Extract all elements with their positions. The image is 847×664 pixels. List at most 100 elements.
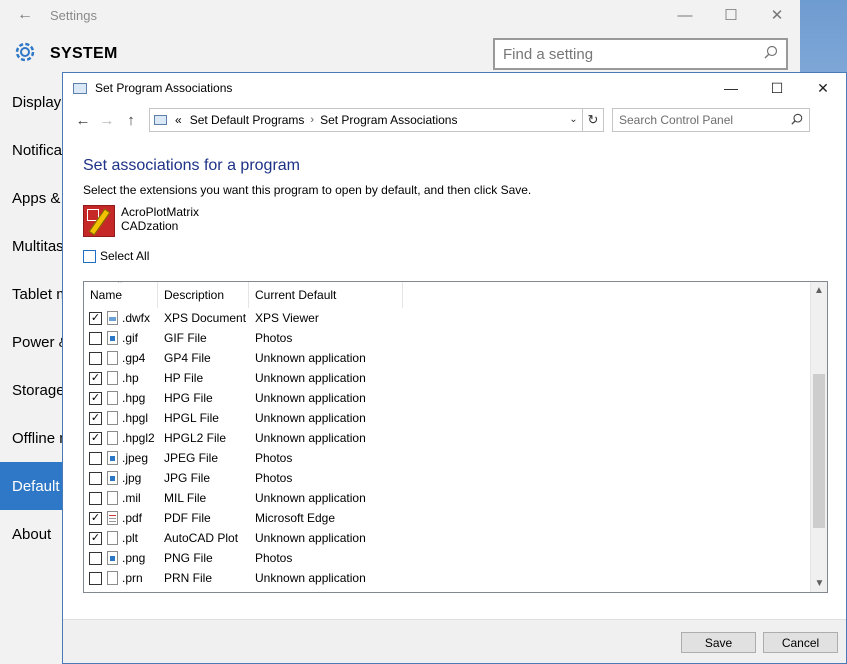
table-row[interactable]: ✓ .hpgl HPGL File Unknown application [84, 408, 811, 428]
cancel-button[interactable]: Cancel [763, 632, 838, 653]
extension-cell: ✓ .hpgl2 [84, 431, 158, 445]
table-row[interactable]: .jpeg JPEG File Photos [84, 448, 811, 468]
extension-checkbox[interactable]: ✓ [89, 311, 102, 325]
extension-checkbox[interactable] [89, 471, 102, 485]
column-header-current-default[interactable]: Current Default [249, 282, 403, 308]
settings-window-title: Settings [50, 7, 97, 23]
extension-checkbox[interactable] [89, 451, 102, 465]
breadcrumb-set-program-associations[interactable]: Set Program Associations [320, 113, 457, 127]
description-cell: JPG File [164, 471, 211, 485]
photo-file-icon [107, 451, 118, 465]
blank-file-icon [107, 531, 118, 545]
find-setting-input[interactable]: Find a setting [493, 38, 788, 70]
table-row[interactable]: ✓ .hp HP File Unknown application [84, 368, 811, 388]
current-default-cell: Unknown application [255, 571, 366, 585]
description-cell: HP File [164, 371, 204, 385]
close-icon[interactable]: ✕ [800, 80, 846, 97]
program-info: AcroPlotMatrix CADzation [83, 205, 826, 237]
table-row[interactable]: ✓ .pdf PDF File Microsoft Edge [84, 508, 811, 528]
refresh-icon[interactable]: ↻ [583, 112, 603, 128]
table-row[interactable]: ✓ .hpg HPG File Unknown application [84, 388, 811, 408]
current-default-cell: Photos [255, 331, 293, 345]
extension-cell: ✓ .hpgl [84, 411, 158, 425]
photo-file-icon [107, 471, 118, 485]
extension-label: .hpgl [122, 411, 149, 425]
back-arrow-icon[interactable]: ← [0, 6, 50, 24]
dialog-content: Set associations for a program Select th… [63, 157, 846, 263]
scroll-down-icon[interactable]: ▼ [811, 575, 827, 592]
table-row[interactable]: .mil MIL File Unknown application [84, 488, 811, 508]
sidebar-item-power[interactable]: Power & sleep [0, 318, 62, 366]
address-bar[interactable]: « Set Default Programs › Set Program Ass… [149, 108, 604, 132]
checkbox-icon[interactable] [83, 249, 96, 263]
extensions-list: ⌃ Name Description Current Default ✓ .dwf… [83, 281, 828, 593]
table-row[interactable]: .prn PRN File Unknown application [84, 568, 811, 588]
breadcrumb-overflow[interactable]: « [175, 113, 182, 127]
program-name: AcroPlotMatrix [121, 205, 200, 219]
search-control-panel-input[interactable]: Search Control Panel [612, 108, 810, 132]
sidebar-item-apps[interactable]: Apps & features [0, 174, 62, 222]
extension-label: .dwfx [122, 311, 151, 325]
current-default-cell: Microsoft Edge [255, 511, 336, 525]
minimize-icon[interactable]: — [662, 7, 708, 24]
up-arrow-icon[interactable]: ↑ [119, 112, 143, 129]
extension-checkbox[interactable]: ✓ [89, 431, 102, 445]
extension-cell: .gp4 [84, 351, 158, 365]
search-control-panel-placeholder: Search Control Panel [619, 113, 734, 127]
maximize-icon[interactable]: ☐ [754, 80, 800, 97]
sort-ascending-icon: ⌃ [116, 281, 124, 289]
maximize-icon[interactable]: ☐ [708, 6, 754, 24]
table-row[interactable]: .gp4 GP4 File Unknown application [84, 348, 811, 368]
extension-checkbox[interactable] [89, 551, 102, 565]
extension-checkbox[interactable] [89, 571, 102, 585]
settings-sidebar: Display Notifications & actions Apps & f… [0, 78, 62, 664]
extension-cell: ✓ .hp [84, 371, 158, 385]
extension-cell: .prn [84, 571, 158, 585]
close-icon[interactable]: ✕ [754, 6, 800, 24]
table-row[interactable]: ✓ .dwfx XPS Document XPS Viewer [84, 308, 811, 328]
set-program-associations-window: Set Program Associations — ☐ ✕ ← → ↑ « S… [62, 72, 847, 664]
sidebar-item-storage[interactable]: Storage [0, 366, 62, 414]
table-row[interactable]: .gif GIF File Photos [84, 328, 811, 348]
sidebar-item-notifications[interactable]: Notifications & actions [0, 126, 62, 174]
sidebar-item-offline-maps[interactable]: Offline maps [0, 414, 62, 462]
table-row[interactable]: ✓ .hpgl2 HPGL2 File Unknown application [84, 428, 811, 448]
scrollbar-thumb[interactable] [813, 374, 825, 528]
minimize-icon[interactable]: — [708, 80, 754, 96]
sidebar-item-default-apps[interactable]: Default apps [0, 462, 62, 510]
vertical-scrollbar[interactable]: ▲ ▼ [810, 282, 827, 592]
extension-checkbox[interactable] [89, 351, 102, 365]
section-title: SYSTEM [50, 45, 118, 62]
extension-checkbox[interactable] [89, 331, 102, 345]
address-row: ← → ↑ « Set Default Programs › Set Progr… [63, 103, 846, 137]
blank-file-icon [107, 431, 118, 445]
extension-label: .prn [122, 571, 143, 585]
back-arrow-icon[interactable]: ← [71, 112, 95, 129]
sidebar-item-tablet-mode[interactable]: Tablet mode [0, 270, 62, 318]
extension-checkbox[interactable]: ✓ [89, 511, 102, 525]
current-default-cell: Photos [255, 451, 293, 465]
sidebar-item-about[interactable]: About [0, 510, 62, 558]
extension-checkbox[interactable]: ✓ [89, 531, 102, 545]
select-all-checkbox[interactable]: Select All [83, 249, 826, 263]
description-cell: PRN File [164, 571, 213, 585]
extension-cell: ✓ .plt [84, 531, 158, 545]
settings-header: SYSTEM Find a setting [0, 30, 800, 78]
extension-checkbox[interactable]: ✓ [89, 391, 102, 405]
table-row[interactable]: .png PNG File Photos [84, 548, 811, 568]
chevron-down-icon[interactable]: ⌄ [565, 109, 583, 131]
sidebar-item-multitasking[interactable]: Multitasking [0, 222, 62, 270]
table-row[interactable]: .jpg JPG File Photos [84, 468, 811, 488]
extension-checkbox[interactable] [89, 491, 102, 505]
table-row[interactable]: ✓ .plt AutoCAD Plot Unknown application [84, 528, 811, 548]
description-cell: JPEG File [164, 451, 219, 465]
extension-checkbox[interactable]: ✓ [89, 371, 102, 385]
scroll-up-icon[interactable]: ▲ [811, 282, 827, 299]
forward-arrow-icon[interactable]: → [95, 112, 119, 129]
breadcrumb-set-default-programs[interactable]: Set Default Programs [190, 113, 305, 127]
column-header-description[interactable]: Description [158, 282, 249, 308]
save-button[interactable]: Save [681, 632, 756, 653]
sidebar-item-display[interactable]: Display [0, 78, 62, 126]
breadcrumb-separator-icon[interactable]: › [310, 114, 314, 126]
extension-checkbox[interactable]: ✓ [89, 411, 102, 425]
